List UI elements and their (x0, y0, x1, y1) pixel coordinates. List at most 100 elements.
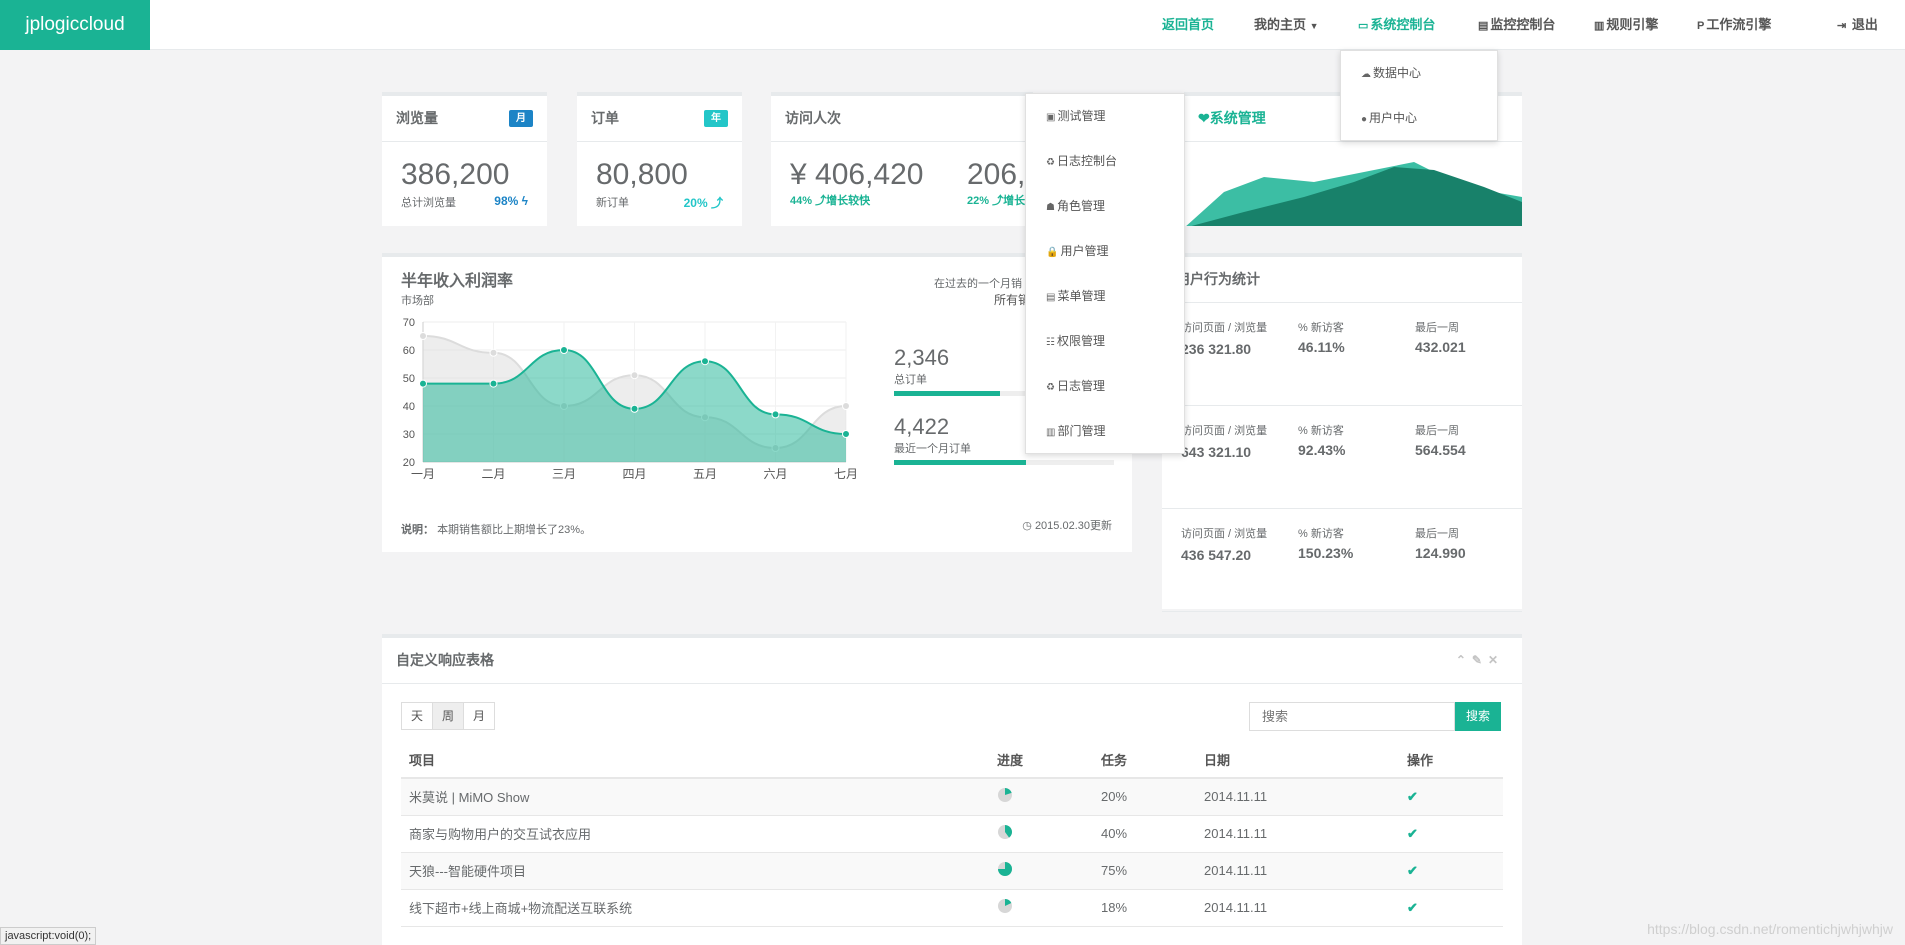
cell-project: 米莫说 | MiMO Show (401, 778, 989, 816)
check-icon[interactable]: ✔ (1407, 863, 1418, 878)
views-card: 浏览量 月 386,200 总计浏览量 98% ϟ (382, 92, 547, 226)
dropdown-item[interactable]: ☷ 权限管理 (1026, 319, 1184, 364)
dropdown-item[interactable]: ♻ 日志控制台 (1026, 139, 1184, 184)
nav-rule-engine-label: 规则引擎 (1606, 17, 1659, 32)
orders-value: 80,800 (596, 158, 688, 191)
x-tick-label: 七月 (834, 467, 856, 481)
data-point (701, 357, 709, 366)
chevron-up-icon[interactable]: ⌃ (1456, 653, 1472, 667)
dropdown-item[interactable]: ▤ 菜单管理 (1026, 274, 1184, 319)
search-input[interactable] (1249, 702, 1455, 731)
table-panel-header: 自定义响应表格 ⌃✎✕ (382, 638, 1522, 684)
behavior-stat-label: % 新访客 (1298, 322, 1344, 334)
dropdown-item-label: 数据中心 (1373, 66, 1422, 80)
dropdown-item[interactable]: ♻ 日志管理 (1026, 364, 1184, 409)
caret-down-icon: ▼ (1309, 21, 1319, 31)
dropdown-item-label: 权限管理 (1056, 334, 1105, 348)
behavior-stat: % 新访客 92.43% (1298, 422, 1415, 508)
check-icon[interactable]: ✔ (1407, 826, 1418, 841)
dropdown-item[interactable]: ▥ 部门管理 (1026, 409, 1184, 454)
visits-col1: ¥ 406,420 44% ⤴增长较快 (790, 158, 923, 208)
progress-pie (998, 825, 1012, 839)
visits-growth1: 44% ⤴增长较快 (790, 192, 923, 208)
views-title: 浏览量 (396, 110, 438, 126)
nav-logout[interactable]: ⇥ 退出 (1837, 0, 1878, 50)
note-label: 说明： (401, 524, 434, 536)
cell-action: ✔ (1399, 852, 1503, 890)
mountain-chart (1186, 162, 1522, 226)
visits-col2: 206, 22% ⤴增长 (967, 158, 1025, 208)
cell-project: 商家与购物用户的交互试衣应用 (401, 815, 989, 853)
nav-monitor-console-label: 监控控制台 (1490, 17, 1556, 32)
dropdown-item[interactable]: ● 用户中心 (1341, 96, 1497, 141)
behavior-stat-value: 643 321.10 (1181, 444, 1252, 460)
data-point (842, 430, 850, 438)
visits-card-title: 访问人次 (771, 96, 1033, 142)
behavior-row: 访问页面 / 浏览量 236 321.80 % 新访客 46.11% 最后一周 432.0… (1162, 303, 1522, 406)
views-value: 386,200 (401, 158, 510, 191)
visits-pct1: 44% (790, 195, 813, 207)
visits-title: 访问人次 (785, 110, 841, 126)
income-subtitle: 市场部 (401, 295, 434, 307)
visits-pct2: 22% (967, 195, 990, 207)
nav-workflow-engine[interactable]: P 工作流引擎 (1697, 0, 1771, 50)
data-point (419, 332, 427, 340)
y-tick-label: 60 (403, 345, 415, 357)
behavior-stat-label: 访问页面 / 浏览量 (1181, 322, 1268, 334)
search-button[interactable]: 搜索 (1455, 702, 1501, 731)
dropdown-item[interactable]: ☗ 角色管理 (1026, 184, 1184, 229)
behavior-stat-value: 46.11% (1298, 339, 1345, 355)
visits-card: 访问人次 ¥ 406,420 44% ⤴增长较快 206, 22% ⤴增长 (771, 92, 1033, 226)
close-icon[interactable]: ✕ (1488, 653, 1504, 667)
behavior-stat-label: % 新访客 (1298, 528, 1344, 540)
views-card-title: 浏览量 月 (382, 96, 547, 142)
nav-my-home[interactable]: 我的主页 ▼ (1254, 0, 1319, 50)
nav-home[interactable]: 返回首页 (1162, 0, 1214, 50)
wrench-icon[interactable]: ✎ (1472, 653, 1488, 667)
views-sub: 总计浏览量 (401, 197, 456, 209)
dropdown-item-label: 菜单管理 (1057, 289, 1106, 303)
lock-icon: 🔒 (1046, 247, 1059, 258)
behavior-row: 访问页面 / 浏览量 436 547.20 % 新访客 150.23% 最后一周 124.… (1162, 509, 1522, 612)
dropdown-item[interactable]: 🔒 用户管理 (1026, 229, 1184, 274)
x-tick-label: 五月 (693, 467, 717, 481)
income-right-note1: 在过去的一个月销 (934, 278, 1022, 290)
orders-pct-value: 20% (683, 196, 708, 210)
x-tick-label: 六月 (763, 467, 787, 481)
user-icon: ● (1361, 114, 1368, 125)
check-icon[interactable]: ✔ (1407, 900, 1418, 915)
bank-icon: ▥ (1046, 427, 1056, 438)
filter-button[interactable]: 天 (401, 702, 434, 730)
cell-action: ✔ (1399, 889, 1503, 927)
nav-system-console[interactable]: ▭ 系统控制台 (1358, 0, 1435, 50)
recycle-icon: ♻ (1046, 382, 1055, 393)
behavior-stat-label: 访问页面 / 浏览量 (1181, 528, 1268, 540)
behavior-stat-value: 432.021 (1415, 339, 1466, 355)
cell-date: 2014.11.11 (1196, 778, 1399, 816)
y-tick-label: 70 (403, 317, 415, 329)
nav-rule-engine[interactable]: ▥ 规则引擎 (1594, 0, 1658, 50)
stat1-progress-bar (894, 391, 1000, 396)
brand-logo[interactable]: jplogiccloud (0, 0, 150, 50)
keyboard-icon: ▤ (1478, 20, 1489, 32)
filter-button[interactable]: 月 (463, 702, 496, 730)
group-icon: ☗ (1046, 202, 1055, 213)
income-updated: ◷ 2015.02.30更新 (1022, 517, 1112, 533)
data-point (771, 410, 780, 419)
behavior-stat-label: % 新访客 (1298, 425, 1344, 437)
y-tick-label: 40 (403, 401, 415, 413)
level-up-icon: ⤴ (710, 196, 723, 210)
table-row: 天狼---智能硬件项目 75% 2014.11.11 ✔ (401, 852, 1503, 890)
dropdown-item-label: 日志管理 (1056, 379, 1105, 393)
dropdown-item[interactable]: ☁ 数据中心 (1341, 51, 1497, 96)
visits-note1: 增长较快 (826, 195, 871, 207)
table-row: 商家与购物用户的交互试衣应用 40% 2014.11.11 ✔ (401, 815, 1503, 853)
behavior-stat-label: 最后一周 (1415, 425, 1459, 437)
sitemap-icon: ☷ (1046, 337, 1055, 348)
dropdown-item[interactable]: ▣ 测试管理 (1026, 94, 1184, 139)
behavior-row: 访问页面 / 浏览量 643 321.10 % 新访客 92.43% 最后一周 564.5… (1162, 406, 1522, 509)
check-icon[interactable]: ✔ (1407, 789, 1418, 804)
filter-button[interactable]: 周 (432, 702, 465, 730)
nav-monitor-console[interactable]: ▤ 监控控制台 (1478, 0, 1555, 50)
table-header-row: 项目 进度 任务 日期 操作 (401, 742, 1503, 779)
